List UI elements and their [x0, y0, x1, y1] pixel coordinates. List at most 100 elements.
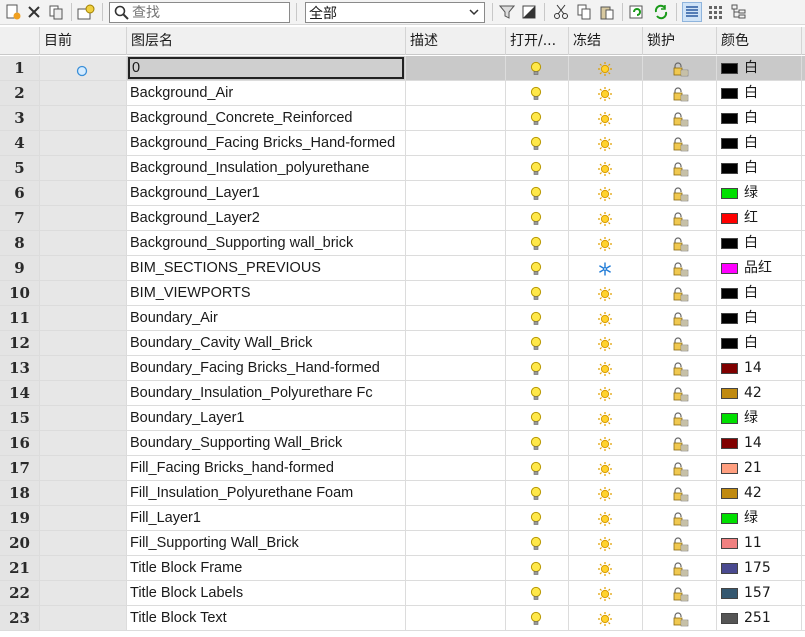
- unlock-icon[interactable]: [672, 360, 690, 380]
- lightbulb-icon[interactable]: [529, 210, 543, 230]
- lock-cell[interactable]: [643, 581, 717, 605]
- on-cell[interactable]: [506, 106, 569, 130]
- lock-cell[interactable]: [643, 531, 717, 555]
- unlock-icon[interactable]: [672, 110, 690, 130]
- current-cell[interactable]: [40, 81, 127, 105]
- description-cell[interactable]: [406, 406, 506, 430]
- description-cell[interactable]: [406, 131, 506, 155]
- on-cell[interactable]: [506, 256, 569, 280]
- color-cell[interactable]: 14: [717, 356, 802, 380]
- layer-name-cell[interactable]: Boundary_Cavity Wall_Brick: [127, 331, 406, 355]
- description-cell[interactable]: [406, 431, 506, 455]
- freeze-cell[interactable]: [569, 606, 643, 630]
- layer-name-cell[interactable]: Boundary_Facing Bricks_Hand-formed: [127, 356, 406, 380]
- table-row[interactable]: 13 Boundary_Facing Bricks_Hand-formed 14: [0, 356, 805, 381]
- current-cell[interactable]: [40, 481, 127, 505]
- header-description[interactable]: 描述: [406, 27, 506, 55]
- description-cell[interactable]: [406, 356, 506, 380]
- current-cell[interactable]: [40, 606, 127, 630]
- unlock-icon[interactable]: [672, 60, 690, 80]
- unlock-icon[interactable]: [672, 210, 690, 230]
- freeze-cell[interactable]: [569, 306, 643, 330]
- current-cell[interactable]: [40, 231, 127, 255]
- current-cell[interactable]: [40, 406, 127, 430]
- on-cell[interactable]: [506, 206, 569, 230]
- unlock-icon[interactable]: [672, 610, 690, 630]
- lock-cell[interactable]: [643, 481, 717, 505]
- unlock-icon[interactable]: [672, 535, 690, 555]
- delete-layer-icon[interactable]: [24, 2, 44, 22]
- current-cell[interactable]: [40, 306, 127, 330]
- lightbulb-icon[interactable]: [529, 460, 543, 480]
- lightbulb-icon[interactable]: [529, 285, 543, 305]
- description-cell[interactable]: [406, 281, 506, 305]
- lightbulb-icon[interactable]: [529, 360, 543, 380]
- unlock-icon[interactable]: [672, 410, 690, 430]
- table-row[interactable]: 5 Background_Insulation_polyurethane 白: [0, 156, 805, 181]
- lightbulb-icon[interactable]: [529, 235, 543, 255]
- table-row[interactable]: 14 Boundary_Insulation_Polyurethare Fc 42: [0, 381, 805, 406]
- freeze-cell[interactable]: [569, 56, 643, 80]
- description-cell[interactable]: [406, 106, 506, 130]
- unlock-icon[interactable]: [672, 260, 690, 280]
- color-cell[interactable]: 红: [717, 206, 802, 230]
- current-cell[interactable]: [40, 381, 127, 405]
- layer-name-cell[interactable]: Title Block Frame: [127, 556, 406, 580]
- color-cell[interactable]: 175: [717, 556, 802, 580]
- freeze-cell[interactable]: [569, 156, 643, 180]
- lightbulb-icon[interactable]: [529, 310, 543, 330]
- sun-icon[interactable]: [597, 160, 613, 180]
- unlock-icon[interactable]: [672, 460, 690, 480]
- lock-cell[interactable]: [643, 231, 717, 255]
- color-cell[interactable]: 21: [717, 456, 802, 480]
- on-cell[interactable]: [506, 531, 569, 555]
- sun-icon[interactable]: [597, 135, 613, 155]
- on-cell[interactable]: [506, 56, 569, 80]
- unlock-icon[interactable]: [672, 335, 690, 355]
- on-cell[interactable]: [506, 331, 569, 355]
- color-cell[interactable]: 白: [717, 281, 802, 305]
- table-row[interactable]: 3 Background_Concrete_Reinforced 白: [0, 106, 805, 131]
- table-row[interactable]: 20 Fill_Supporting Wall_Brick 11: [0, 531, 805, 556]
- current-cell[interactable]: [40, 456, 127, 480]
- description-cell[interactable]: [406, 206, 506, 230]
- layer-name-edit-box[interactable]: 0: [128, 57, 404, 79]
- layer-name-cell[interactable]: BIM_SECTIONS_PREVIOUS: [127, 256, 406, 280]
- description-cell[interactable]: [406, 581, 506, 605]
- lightbulb-icon[interactable]: [529, 385, 543, 405]
- table-row[interactable]: 9 BIM_SECTIONS_PREVIOUS 品红: [0, 256, 805, 281]
- new-layer-icon[interactable]: [3, 2, 23, 22]
- current-cell[interactable]: [40, 531, 127, 555]
- search-input[interactable]: [132, 4, 282, 21]
- current-cell[interactable]: [40, 356, 127, 380]
- lightbulb-icon[interactable]: [529, 610, 543, 630]
- sun-icon[interactable]: [597, 585, 613, 605]
- layer-name-cell[interactable]: Background_Facing Bricks_Hand-formed: [127, 131, 406, 155]
- sun-icon[interactable]: [597, 285, 613, 305]
- lightbulb-icon[interactable]: [529, 135, 543, 155]
- lock-cell[interactable]: [643, 106, 717, 130]
- color-cell[interactable]: 白: [717, 331, 802, 355]
- freeze-cell[interactable]: [569, 506, 643, 530]
- lock-cell[interactable]: [643, 306, 717, 330]
- lightbulb-icon[interactable]: [529, 485, 543, 505]
- current-cell[interactable]: [40, 506, 127, 530]
- current-cell[interactable]: [40, 181, 127, 205]
- invert-filter-icon[interactable]: [519, 2, 539, 22]
- lock-cell[interactable]: [643, 506, 717, 530]
- lock-cell[interactable]: [643, 356, 717, 380]
- unlock-icon[interactable]: [672, 185, 690, 205]
- layer-name-cell[interactable]: 0: [127, 56, 406, 80]
- sun-icon[interactable]: [597, 535, 613, 555]
- unlock-icon[interactable]: [672, 485, 690, 505]
- color-cell[interactable]: 14: [717, 431, 802, 455]
- lightbulb-icon[interactable]: [529, 110, 543, 130]
- on-cell[interactable]: [506, 281, 569, 305]
- freeze-cell[interactable]: [569, 356, 643, 380]
- snowflake-icon[interactable]: [597, 260, 613, 280]
- table-row[interactable]: 16 Boundary_Supporting Wall_Brick 14: [0, 431, 805, 456]
- on-cell[interactable]: [506, 131, 569, 155]
- on-cell[interactable]: [506, 431, 569, 455]
- lock-cell[interactable]: [643, 156, 717, 180]
- freeze-cell[interactable]: [569, 256, 643, 280]
